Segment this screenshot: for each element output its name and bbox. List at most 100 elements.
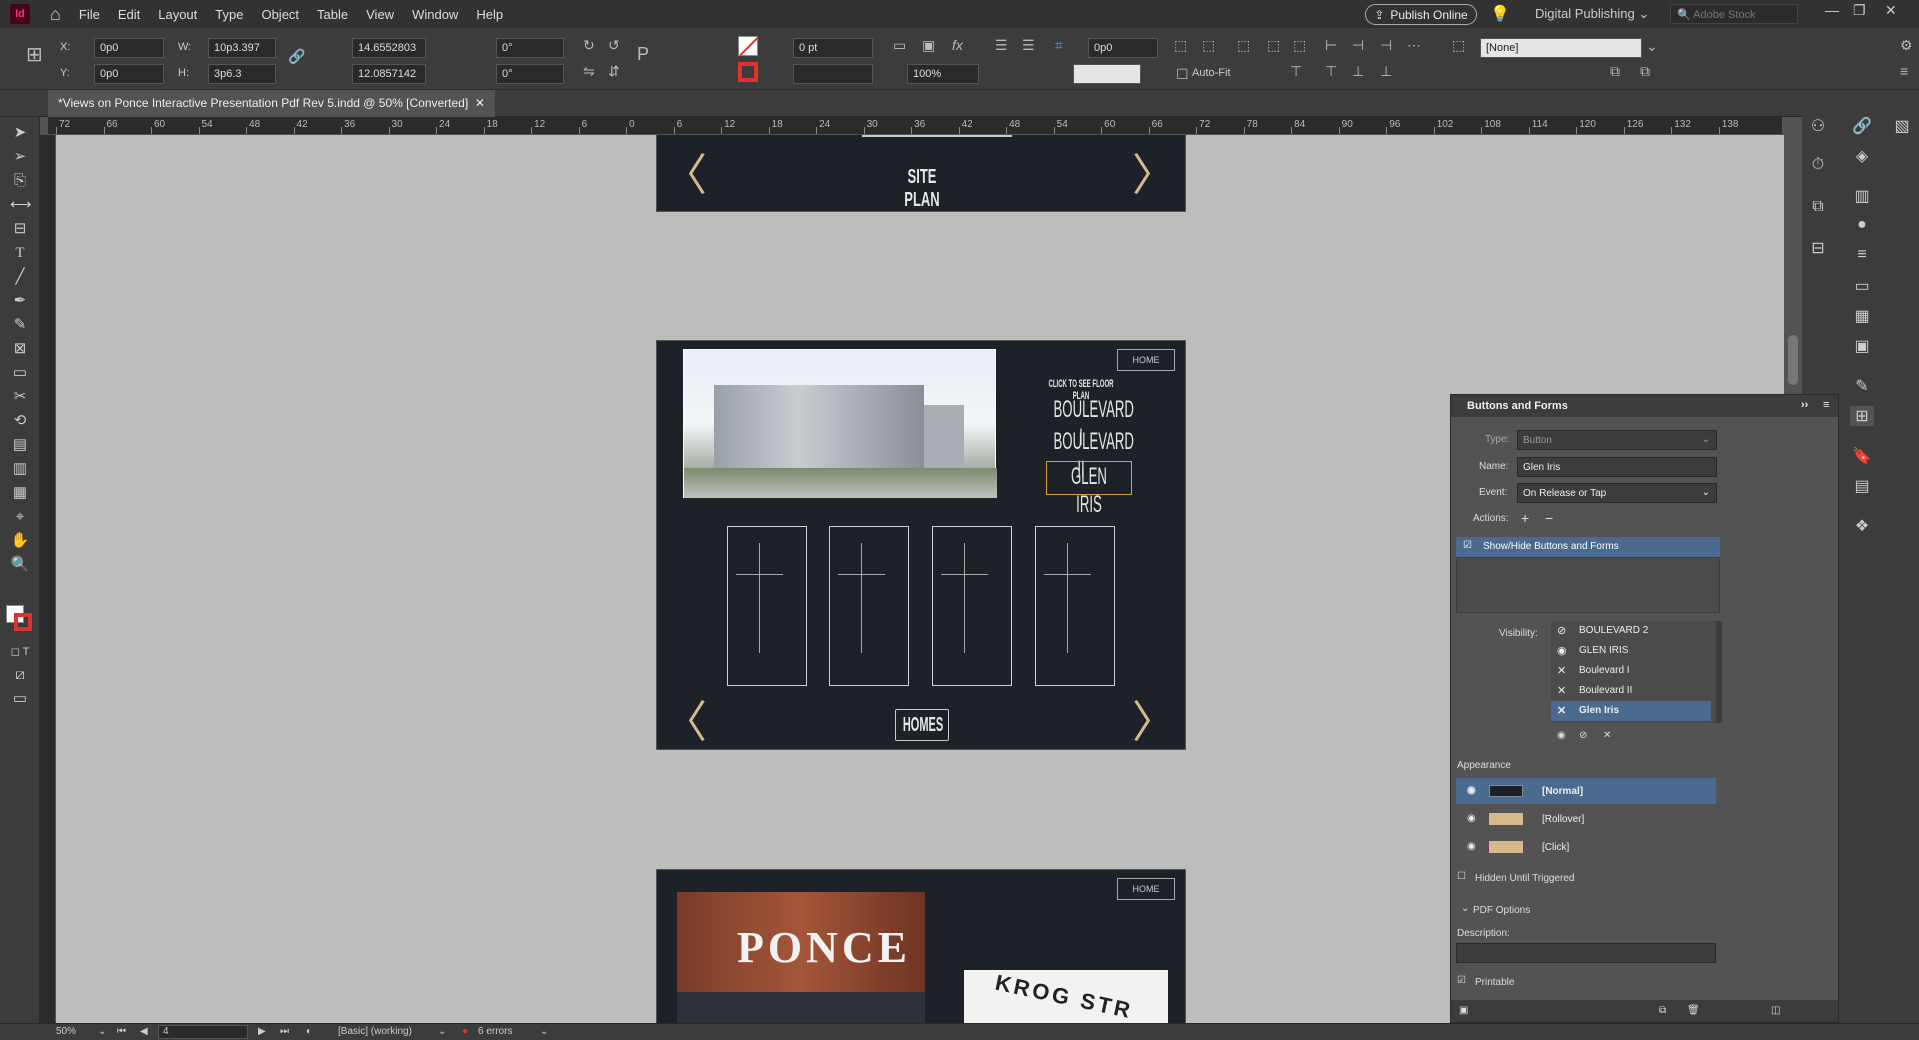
object-states-icon[interactable]: ⧉ bbox=[1806, 198, 1830, 216]
rectangle-frame-tool-icon[interactable]: ⊠ bbox=[10, 339, 30, 359]
preview-icon[interactable]: ⊟ bbox=[1806, 238, 1830, 258]
action-checkbox[interactable]: ☑ bbox=[1463, 540, 1472, 551]
next-arrow-icon[interactable]: 〉 bbox=[1132, 154, 1176, 198]
convert-object-icon[interactable]: ⧉ bbox=[1659, 1005, 1666, 1016]
content-collector-icon[interactable]: ⊟ bbox=[10, 219, 30, 239]
gap-tool-icon[interactable]: ⟷ bbox=[10, 195, 32, 215]
zoom-level[interactable]: 50% bbox=[56, 1026, 76, 1037]
timing-icon[interactable]: ⏱ bbox=[1806, 156, 1830, 174]
error-count[interactable]: 6 errors bbox=[478, 1026, 512, 1037]
distribute-icon[interactable]: ⋯ bbox=[1407, 37, 1421, 54]
site-plan-button[interactable]: SITE PLAN bbox=[893, 166, 952, 212]
prev-arrow-icon[interactable]: 〈 bbox=[663, 154, 707, 198]
x-field[interactable]: 0p0 bbox=[94, 38, 164, 58]
align-top-icon[interactable]: ⊤ bbox=[1290, 63, 1302, 80]
visibility-item-selected[interactable]: ✕ Glen Iris bbox=[1551, 701, 1711, 721]
gradient-swatch-tool-icon[interactable]: ▤ bbox=[10, 435, 30, 455]
hand-tool-icon[interactable]: ✋ bbox=[10, 531, 30, 551]
menu-file[interactable]: File bbox=[79, 7, 100, 22]
page-tool-icon[interactable]: ⎘ bbox=[10, 171, 30, 191]
collapse-panel-icon[interactable]: ›› bbox=[1801, 399, 1808, 411]
hidden-until-triggered-checkbox[interactable]: ☐ bbox=[1457, 871, 1466, 882]
eye-icon[interactable]: ◉ bbox=[1467, 813, 1476, 824]
last-page-icon[interactable]: ⏭ bbox=[280, 1026, 289, 1037]
glen-iris-selection[interactable]: GLEN IRIS bbox=[1046, 461, 1132, 518]
homes-button[interactable]: HOMES bbox=[898, 714, 948, 737]
panel-layout-icon[interactable]: ◫ bbox=[1771, 1005, 1780, 1016]
height-field[interactable]: 3p6.3 bbox=[208, 64, 276, 84]
remove-action-icon[interactable]: − bbox=[1545, 510, 1553, 526]
stroke-color-field[interactable] bbox=[1073, 64, 1141, 84]
home-logo[interactable]: HOME bbox=[1117, 878, 1175, 900]
stroke-swatch[interactable] bbox=[738, 62, 758, 82]
panel-icon[interactable]: ⧉ bbox=[1610, 63, 1620, 80]
settings-gear-icon[interactable]: ⚙ bbox=[1900, 37, 1913, 54]
menu-object[interactable]: Object bbox=[261, 7, 299, 22]
appearance-normal[interactable]: ◉ [Normal] bbox=[1456, 778, 1716, 804]
panel-header[interactable]: Buttons and Forms ›› ≡ bbox=[1451, 395, 1838, 417]
action-item[interactable]: ☑ Show/Hide Buttons and Forms bbox=[1456, 537, 1720, 557]
apply-none-icon[interactable]: ⧄ bbox=[10, 665, 30, 685]
align-obj-center-icon[interactable]: ⊣ bbox=[1352, 37, 1364, 54]
bookmarks-icon[interactable]: 🔖 bbox=[1850, 446, 1874, 466]
eye-icon[interactable]: ◉ bbox=[1557, 644, 1567, 657]
restore-icon[interactable]: ❐ bbox=[1853, 2, 1866, 19]
chevron-down-icon[interactable]: ⌄ bbox=[1461, 903, 1469, 914]
name-field[interactable]: Glen Iris bbox=[1517, 457, 1717, 477]
note-tool-icon[interactable]: ▦ bbox=[10, 483, 30, 503]
stroke-icon[interactable]: ≡ bbox=[1850, 246, 1874, 264]
page-field[interactable]: 4 bbox=[158, 1025, 248, 1039]
trash-icon[interactable]: 🗑 bbox=[1687, 1005, 1700, 1016]
vertical-ruler[interactable] bbox=[40, 135, 56, 1023]
fit-icon-2[interactable]: ⬚ bbox=[1202, 37, 1215, 54]
chevron-down-icon[interactable]: ⌄ bbox=[438, 1026, 446, 1037]
rectangle-tool-icon[interactable]: ▭ bbox=[10, 363, 30, 383]
animation-icon[interactable]: ⚇ bbox=[1806, 116, 1830, 136]
selection-tool-icon[interactable]: ➤ bbox=[10, 123, 30, 143]
rotate-cw-icon[interactable]: ↻ bbox=[583, 37, 595, 54]
event-select[interactable]: On Release or Tap ⌄ bbox=[1517, 483, 1717, 503]
align-middle-icon[interactable]: ⊤ bbox=[1325, 63, 1337, 80]
align-right-icon[interactable]: ☰ bbox=[1022, 37, 1035, 54]
document-tab[interactable]: *Views on Ponce Interactive Presentation… bbox=[48, 90, 495, 117]
visibility-item[interactable]: ✕ Boulevard II bbox=[1551, 681, 1711, 701]
rotate-ccw-icon[interactable]: ↺ bbox=[608, 37, 620, 54]
object-style-field[interactable]: [None] bbox=[1480, 38, 1642, 58]
eye-icon[interactable]: ◉ bbox=[1467, 841, 1476, 852]
align-left-icon[interactable]: ☰ bbox=[995, 37, 1008, 54]
fit-icon-1[interactable]: ⬚ bbox=[1174, 37, 1187, 54]
publish-online-button[interactable]: ⇪ Publish Online bbox=[1365, 4, 1477, 25]
menu-help[interactable]: Help bbox=[476, 7, 503, 22]
pages-icon[interactable]: ▥ bbox=[1850, 186, 1874, 206]
appearance-click[interactable]: ◉ [Click] bbox=[1456, 834, 1716, 860]
preview-spread-icon[interactable]: ▣ bbox=[1459, 1005, 1468, 1016]
close-tab-icon[interactable]: ✕ bbox=[475, 96, 485, 110]
prev-page-icon[interactable]: ◀ bbox=[140, 1026, 148, 1037]
zoom-tool-icon[interactable]: 🔍 bbox=[10, 555, 30, 575]
menu-view[interactable]: View bbox=[366, 7, 394, 22]
direct-selection-tool-icon[interactable]: ➢ bbox=[10, 147, 30, 167]
eyedropper-tool-icon[interactable]: ⌖ bbox=[10, 507, 30, 527]
home-logo[interactable]: HOME bbox=[1117, 349, 1175, 371]
shear-field[interactable]: 0° bbox=[496, 64, 564, 84]
pencil-tool-icon[interactable]: ✎ bbox=[10, 315, 30, 335]
close-icon[interactable]: ✕ bbox=[1885, 2, 1897, 19]
free-transform-tool-icon[interactable]: ⟲ bbox=[10, 411, 30, 431]
menu-window[interactable]: Window bbox=[412, 7, 458, 22]
reference-point-icon[interactable]: ⊞ bbox=[26, 42, 43, 67]
links-icon[interactable]: 🔗 bbox=[1850, 116, 1874, 136]
layers-icon[interactable]: ◈ bbox=[1850, 146, 1874, 166]
align-bottom-icon[interactable]: ⊥ bbox=[1352, 63, 1364, 80]
align-baseline-icon[interactable]: ⊥ bbox=[1380, 63, 1392, 80]
fill-swatch[interactable] bbox=[738, 36, 759, 57]
flip-horizontal-icon[interactable]: ⇋ bbox=[583, 63, 595, 80]
constrain-proportions-icon[interactable]: 🔗 bbox=[288, 48, 305, 65]
align-obj-left-icon[interactable]: ⊢ bbox=[1325, 37, 1337, 54]
description-field[interactable] bbox=[1456, 943, 1716, 963]
printable-checkbox[interactable]: ☑ bbox=[1457, 975, 1466, 986]
properties-icon[interactable]: ▧ bbox=[1890, 116, 1914, 136]
x-icon[interactable]: ✕ bbox=[1557, 704, 1566, 717]
ignore-all-icon[interactable]: ✕ bbox=[1603, 730, 1611, 741]
glen-iris-button[interactable]: GLEN IRIS bbox=[1062, 463, 1117, 519]
eye-icon[interactable]: ◉ bbox=[1467, 785, 1476, 796]
